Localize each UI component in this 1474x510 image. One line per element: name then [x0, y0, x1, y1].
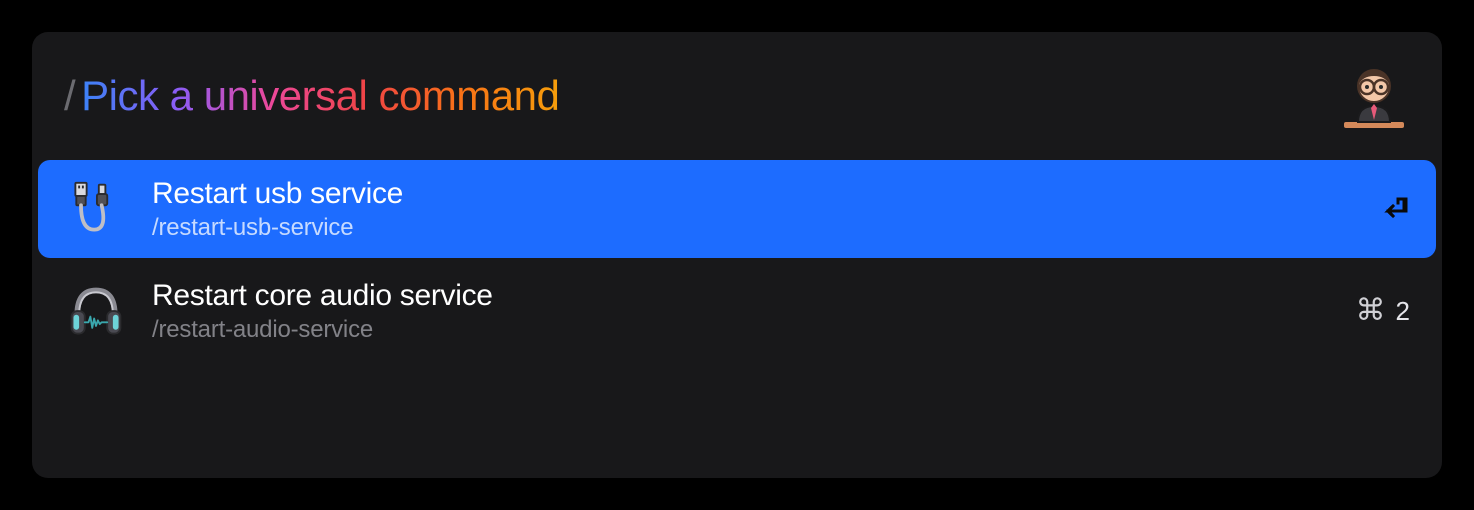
command-title: Restart core audio service — [152, 278, 1356, 314]
command-slug: /restart-usb-service — [152, 214, 1378, 242]
enter-key-icon — [1378, 193, 1410, 225]
prompt[interactable]: / Pick a universal command — [64, 72, 559, 120]
palette-header: / Pick a universal command — [32, 60, 1442, 160]
command-palette: / Pick a universal command — [32, 32, 1442, 478]
slash-prefix: / — [64, 72, 75, 120]
command-item-restart-audio[interactable]: Restart core audio service /restart-audi… — [38, 262, 1436, 360]
shortcut-hint: ⌘ 2 — [1356, 296, 1410, 327]
command-slug: /restart-audio-service — [152, 316, 1356, 344]
command-item-text: Restart usb service /restart-usb-service — [152, 176, 1378, 242]
user-avatar-icon[interactable] — [1338, 60, 1410, 132]
shortcut-number: 2 — [1396, 296, 1410, 327]
prompt-text: Pick a universal command — [81, 72, 559, 120]
command-title: Restart usb service — [152, 176, 1378, 212]
cmd-key-icon: ⌘ — [1356, 296, 1386, 326]
command-item-text: Restart core audio service /restart-audi… — [152, 278, 1356, 344]
command-list: Restart usb service /restart-usb-service — [32, 160, 1442, 360]
usb-cable-icon — [64, 177, 128, 241]
headphones-icon — [64, 279, 128, 343]
command-item-restart-usb[interactable]: Restart usb service /restart-usb-service — [38, 160, 1436, 258]
